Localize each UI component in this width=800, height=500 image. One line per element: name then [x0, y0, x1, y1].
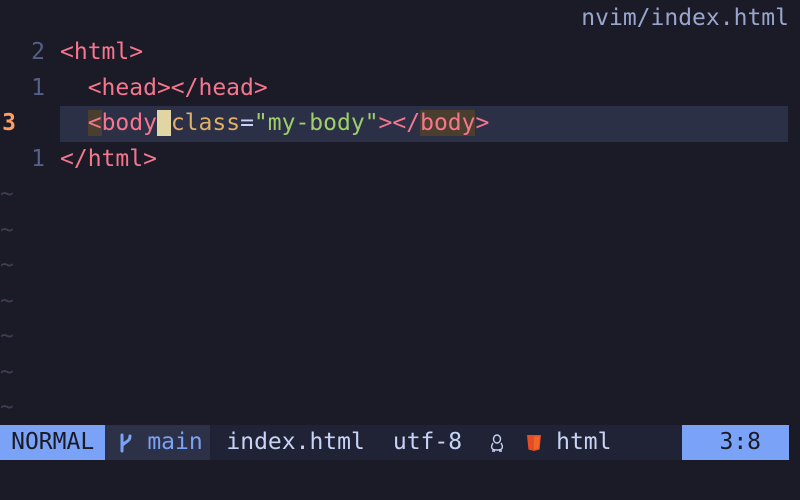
cursor-position-label: 3:8 [719, 429, 762, 455]
code-token: body [101, 110, 157, 136]
end-of-buffer-marker: ~ [0, 181, 14, 207]
linux-penguin-icon [490, 433, 504, 452]
code-line[interactable]: 1 <head></head> [0, 71, 800, 107]
empty-line: ~ [0, 284, 800, 320]
end-of-buffer-marker: ~ [0, 216, 14, 243]
code-line-current[interactable]: 3 <body class="my-body"></body> [0, 106, 800, 142]
code-token: <head></head> [87, 74, 268, 101]
empty-line: ~ [0, 355, 800, 391]
mode-label: NORMAL [11, 429, 95, 455]
code-token: </html> [60, 145, 157, 172]
code-token: > [475, 110, 490, 136]
end-of-buffer-marker: ~ [0, 358, 14, 385]
code-line[interactable]: 2 <html> [0, 35, 800, 71]
git-branch-section: main [105, 425, 211, 460]
mode-indicator: NORMAL [0, 425, 106, 460]
code-text[interactable]: </html> [60, 142, 157, 178]
code-text[interactable]: <body class="my-body"></body> [60, 106, 489, 142]
code-token: = [240, 110, 254, 136]
code-text[interactable]: <head></head> [60, 71, 268, 107]
end-of-buffer-marker: ~ [0, 252, 14, 278]
empty-line: ~ [0, 177, 800, 213]
empty-line: ~ [0, 319, 800, 355]
end-of-buffer-marker: ~ [0, 394, 14, 420]
code-token: <html> [60, 39, 144, 65]
empty-line: ~ [0, 248, 800, 284]
file-info-section: index.html utf-8 html [210, 425, 682, 460]
end-of-buffer-marker: ~ [0, 287, 14, 314]
code-token: ></ [378, 110, 421, 136]
html5-icon [527, 434, 542, 451]
empty-line: ~ [0, 213, 800, 249]
filetype-label: html [556, 429, 612, 455]
code-token: "my-body" [253, 110, 379, 136]
file-name: index.html [226, 429, 365, 455]
line-number: 2 [31, 39, 45, 65]
code-token: < [87, 110, 102, 136]
code-line[interactable]: 1 </html> [0, 142, 800, 178]
end-of-buffer-marker: ~ [0, 323, 14, 349]
git-branch-icon [120, 433, 132, 452]
git-branch-name: main [147, 429, 203, 455]
line-number: 1 [31, 74, 45, 101]
text-cursor [156, 110, 171, 136]
window-title: nvim/index.html [581, 5, 789, 31]
code-token: class [170, 110, 241, 136]
file-encoding: utf-8 [392, 429, 463, 455]
status-line: NORMAL main index.html utf-8 html 3:8 [0, 425, 790, 460]
line-number: 1 [31, 145, 45, 172]
empty-line: ~ [0, 390, 800, 426]
filetype-section: html [526, 425, 612, 460]
editor-buffer[interactable]: 2 <html> 1 <head></head> 3 <body class="my-… [0, 35, 800, 426]
code-token: body [420, 110, 476, 136]
line-number: 3 [2, 110, 16, 136]
cursor-position: 3:8 [681, 425, 790, 460]
code-text[interactable]: <html> [60, 35, 143, 71]
